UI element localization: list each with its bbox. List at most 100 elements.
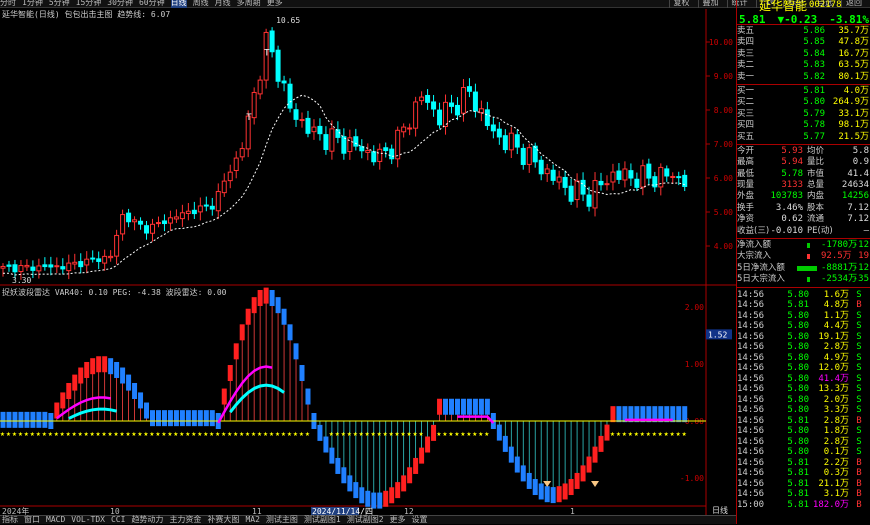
radar-block [173, 410, 179, 427]
indicator-tab[interactable]: MACD [46, 515, 65, 524]
level-price: 5.86 [803, 26, 825, 36]
candle-body [425, 94, 431, 103]
indicator-tab[interactable]: 设置 [412, 515, 428, 524]
indicator-tab[interactable]: MA2 [245, 515, 259, 524]
tick-side: S [856, 436, 862, 447]
indicator-tab[interactable]: VOL-TDX [71, 515, 105, 524]
candle-body [215, 191, 221, 212]
signal-star: ★ [24, 429, 29, 438]
candle-body [371, 151, 377, 163]
stat-value: 0.62 [781, 214, 803, 225]
signal-star: ★ [664, 429, 669, 438]
tick-row[interactable]: 14:56 5.81 3.1万 B [737, 489, 870, 500]
tick-list[interactable]: 14:56 5.80 1.6万 S 14:56 5.81 4.8万 B 14:56 5.80 1.1… [737, 288, 870, 511]
right-period-tab[interactable]: 日线 [712, 505, 728, 516]
tick-row[interactable]: 14:56 5.80 4.4万 S [737, 321, 870, 332]
high-price-label: 10.65 [276, 16, 300, 25]
indicator-tab[interactable]: 补赛大图 [207, 515, 239, 524]
tick-row[interactable]: 14:56 5.80 41.4万 S [737, 374, 870, 385]
radar-block [144, 402, 150, 419]
tick-row[interactable]: 14:56 5.80 3.3万 S [737, 405, 870, 416]
signal-star: ★ [6, 429, 11, 438]
asks-level: 卖一 5.82 80.1万 [737, 72, 870, 83]
candle-body [317, 125, 323, 135]
indicator-tab[interactable]: 指标 [2, 515, 18, 524]
radar-block [341, 467, 347, 484]
signal-star: ★ [389, 429, 394, 438]
level-label: 买五 [737, 131, 755, 142]
indicator-tab[interactable]: 测试副图1 [304, 515, 341, 524]
tick-row[interactable]: 14:56 5.81 21.1万 B [737, 479, 870, 490]
tick-side: S [856, 373, 862, 384]
stock-header: 延华智能 002178 5.81 ▼-0.23 -3.81% [737, 0, 870, 26]
tick-row[interactable]: 14:56 5.81 2.8万 B [737, 416, 870, 427]
tick-row[interactable]: 14:56 5.80 0.1万 S [737, 447, 870, 458]
radar-block [18, 411, 24, 428]
indicator-tab[interactable]: 趋势动力 [131, 515, 163, 524]
tick-row[interactable]: 14:56 5.80 19.1万 S [737, 332, 870, 343]
tick-side: S [856, 384, 862, 395]
signal-star: ★ [251, 429, 256, 438]
chart-area[interactable]: 10.00 9.00 8.00 7.00 6.00 5.00 4.00 10.65 3.30 T T… [0, 0, 736, 515]
radar-block [478, 398, 484, 415]
signal-star: ★ [466, 429, 471, 438]
radar-block [502, 435, 508, 452]
signal-star: ★ [413, 429, 418, 438]
signal-star: ★ [478, 429, 483, 438]
indicator-tab[interactable]: CCI [111, 515, 125, 524]
indicator-tab[interactable]: 更多 [390, 515, 406, 524]
tick-row[interactable]: 14:56 5.80 12.0万 S [737, 363, 870, 374]
radar-block [108, 358, 114, 375]
radar-block [96, 356, 102, 373]
stat-label: 股本 [807, 202, 825, 213]
tick-row[interactable]: 14:56 5.81 0.3万 B [737, 468, 870, 479]
tick-volume: 182.0万 [812, 499, 849, 510]
tick-volume: 19.1万 [818, 331, 849, 342]
radar-block [245, 308, 251, 325]
signal-star: ★ [48, 429, 53, 438]
tick-row[interactable]: 14:56 5.80 1.6万 S [737, 290, 870, 301]
tick-row[interactable]: 14:56 5.80 2.0万 S [737, 395, 870, 406]
signal-star: ★ [616, 429, 621, 438]
radar-block [60, 392, 66, 409]
tick-row[interactable]: 14:56 5.80 1.1万 S [737, 311, 870, 322]
tick-volume: 0.3万 [823, 468, 849, 479]
radar-block [383, 490, 389, 507]
radar-block [120, 367, 126, 384]
flow-value: 92.5万 [821, 251, 852, 262]
signal-star: ★ [287, 429, 292, 438]
indicator-tab[interactable]: 主力资金 [169, 515, 201, 524]
radar-block [269, 290, 275, 307]
candle-body [646, 163, 652, 179]
sub-tick-label: 1.00 [685, 360, 704, 369]
radar-block [227, 365, 233, 382]
tick-row[interactable]: 14:56 5.80 2.8万 S [737, 437, 870, 448]
tick-row[interactable]: 14:56 5.80 2.8万 S [737, 342, 870, 353]
signal-star: ★ [383, 429, 388, 438]
candle-body [676, 176, 682, 179]
indicator-tab[interactable]: 测试主图 [266, 515, 298, 524]
signal-star: ★ [209, 429, 214, 438]
signal-star: ★ [281, 429, 286, 438]
tick-row[interactable]: 14:56 5.80 4.9万 S [737, 353, 870, 364]
asks-level: 卖四 5.85 47.8万 [737, 37, 870, 48]
tick-row[interactable]: 15:00 5.81 182.0万 B [737, 500, 870, 511]
flow-value-2: -35 [852, 274, 869, 285]
flow-row: 大宗流入 92.5万 19 [737, 251, 870, 262]
radar-block [550, 487, 556, 504]
indicator-tab[interactable]: 测试副图2 [347, 515, 384, 524]
tick-row[interactable]: 14:56 5.80 13.3万 S [737, 384, 870, 395]
radar-block [257, 290, 263, 307]
indicator-tab[interactable]: 窗口 [24, 515, 40, 524]
candle-body [574, 180, 580, 201]
tick-row[interactable]: 14:56 5.81 2.2万 B [737, 458, 870, 469]
tick-time: 14:56 [737, 321, 765, 332]
signal-star: ★ [173, 429, 178, 438]
signal-star: ★ [126, 429, 131, 438]
stat-row: 今开 5.93 均价 5.8 [737, 146, 870, 157]
stat-label: 收益(三) [737, 225, 770, 236]
candle-body [311, 126, 317, 133]
tick-row[interactable]: 14:56 5.80 1.8万 S [737, 426, 870, 437]
radar-block [263, 287, 269, 304]
tick-row[interactable]: 14:56 5.81 4.8万 B [737, 300, 870, 311]
